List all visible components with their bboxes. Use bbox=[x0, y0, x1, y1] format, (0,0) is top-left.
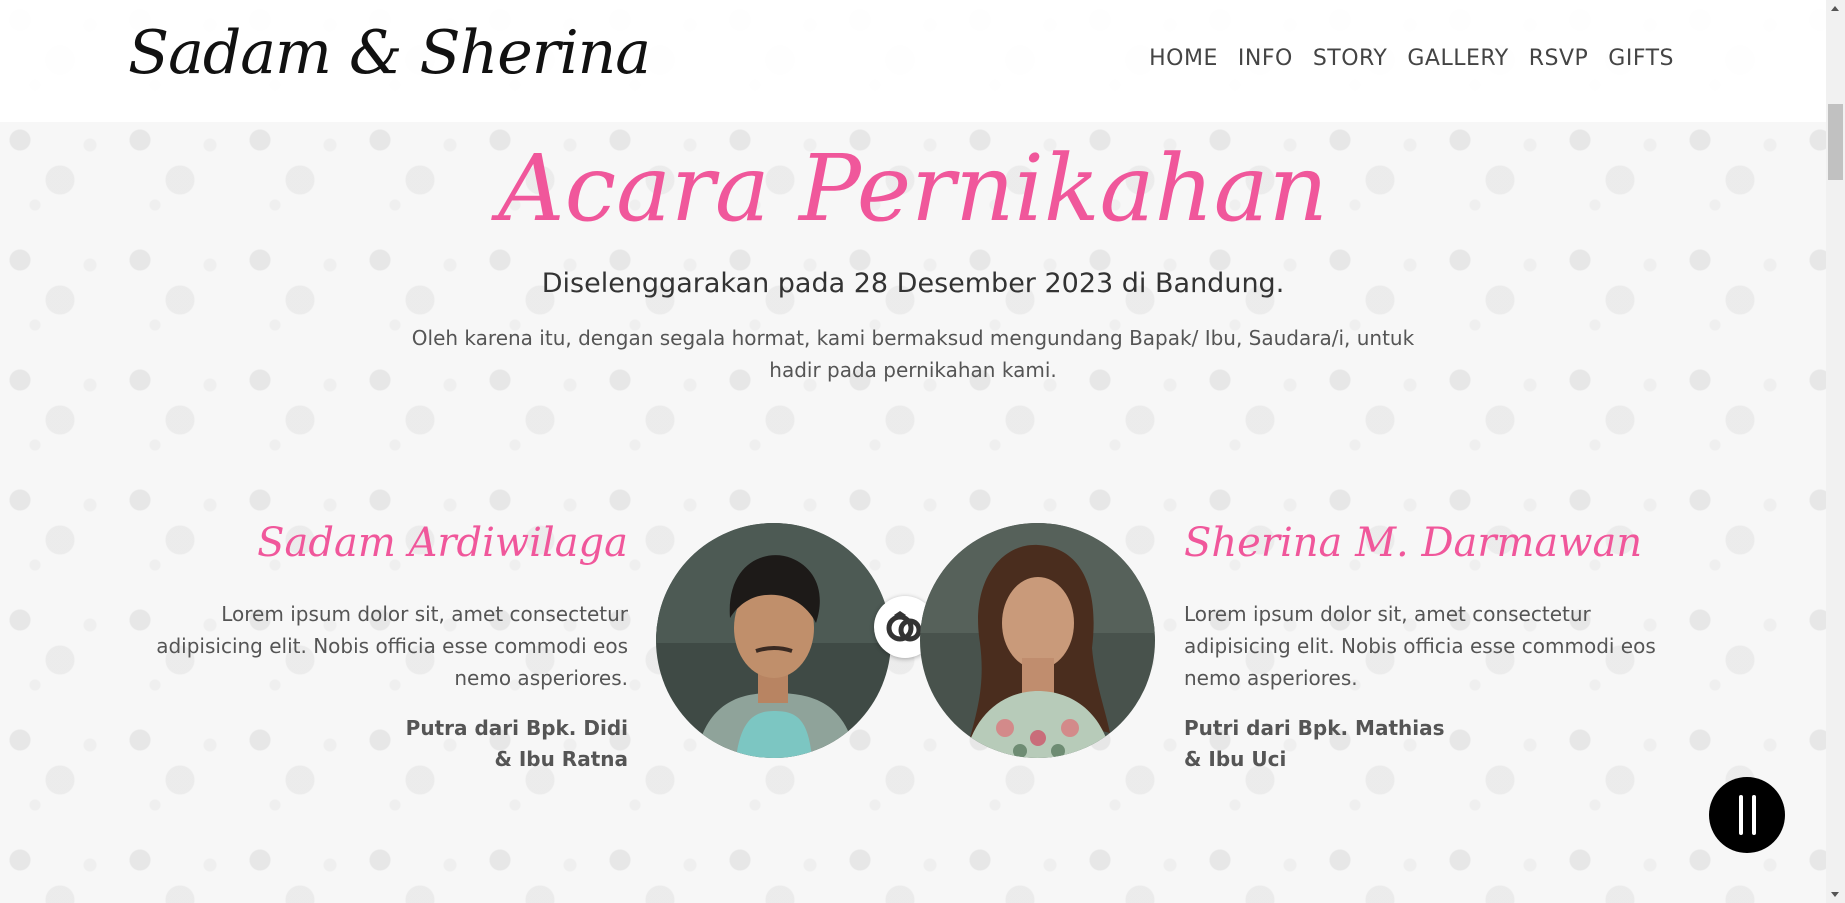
groom-parents: Putra dari Bpk. Didi & Ibu Ratna bbox=[406, 713, 628, 775]
scroll-down-arrow-icon[interactable] bbox=[1831, 892, 1839, 897]
section-title: Acara Pernikahan bbox=[498, 135, 1328, 242]
nav-gifts[interactable]: GIFTS bbox=[1608, 46, 1674, 71]
groom-bio: Lorem ipsum dolor sit, amet consectetur … bbox=[156, 602, 628, 690]
scroll-up-arrow-icon[interactable] bbox=[1831, 6, 1839, 11]
navbar: Sadam & Sherina HOME INFO STORY GALLERY … bbox=[0, 0, 1826, 122]
event-date: Diselenggarakan pada 28 Desember 2023 di… bbox=[541, 268, 1285, 299]
nav-links: HOME INFO STORY GALLERY RSVP GIFTS bbox=[1149, 46, 1674, 71]
pause-icon bbox=[1738, 795, 1743, 835]
nav-story[interactable]: STORY bbox=[1313, 46, 1388, 71]
groom-parents-father: Putra dari Bpk. Didi bbox=[405, 716, 628, 740]
nav-info[interactable]: INFO bbox=[1238, 46, 1293, 71]
groom-photo bbox=[656, 523, 891, 758]
nav-home[interactable]: HOME bbox=[1149, 46, 1218, 71]
music-toggle-button[interactable] bbox=[1709, 777, 1785, 853]
bride-photo bbox=[920, 523, 1155, 758]
page-scrollbar[interactable] bbox=[1826, 0, 1845, 903]
bride-name: Sherina M. Darmawan bbox=[1184, 520, 1643, 566]
bride-parents-mother: & Ibu Uci bbox=[1184, 747, 1287, 771]
brand-logo[interactable]: Sadam & Sherina bbox=[128, 18, 651, 88]
scrollbar-thumb[interactable] bbox=[1828, 104, 1843, 180]
bride-parents-father: Putri dari Bpk. Mathias bbox=[1184, 716, 1445, 740]
bride-bio: Lorem ipsum dolor sit, amet consectetur … bbox=[1184, 602, 1656, 690]
nav-rsvp[interactable]: RSVP bbox=[1529, 46, 1589, 71]
pause-icon-bar bbox=[1751, 795, 1756, 835]
nav-gallery[interactable]: GALLERY bbox=[1407, 46, 1508, 71]
bride-parents: Putri dari Bpk. Mathias & Ibu Uci bbox=[1184, 713, 1445, 775]
groom-parents-mother: & Ibu Ratna bbox=[494, 747, 628, 771]
event-description: Oleh karena itu, dengan segala hormat, k… bbox=[411, 326, 1415, 382]
groom-name: Sadam Ardiwilaga bbox=[257, 520, 628, 566]
